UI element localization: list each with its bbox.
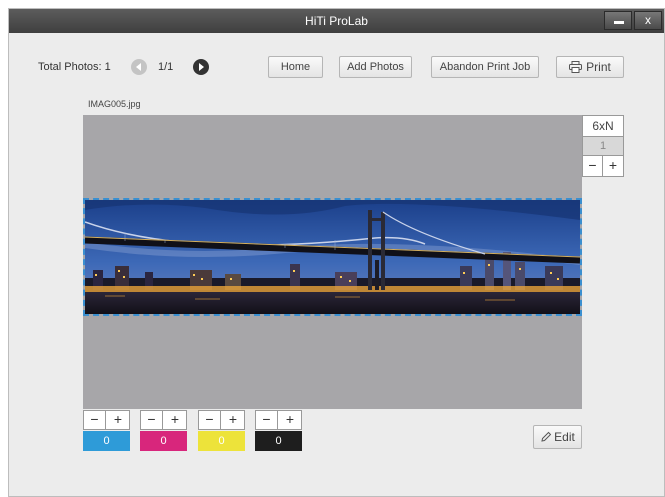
black-adjust: − + 0 <box>255 410 302 451</box>
bridge-night-panorama-image <box>85 200 580 314</box>
previous-page-button[interactable] <box>131 59 147 75</box>
photo-frame[interactable] <box>83 198 582 316</box>
chevron-left-icon <box>136 63 141 71</box>
black-value: 0 <box>255 431 302 451</box>
printer-icon <box>569 61 583 73</box>
print-preview-canvas <box>83 115 582 409</box>
pencil-icon <box>541 431 552 442</box>
print-button[interactable]: Print <box>556 56 624 78</box>
copies-count: 1 <box>583 137 623 156</box>
next-page-button[interactable] <box>193 59 209 75</box>
magenta-increase-button[interactable]: + <box>164 411 186 429</box>
cyan-increase-button[interactable]: + <box>107 411 129 429</box>
magenta-value: 0 <box>140 431 187 451</box>
black-decrease-button[interactable]: − <box>256 411 278 429</box>
yellow-value: 0 <box>198 431 245 451</box>
magenta-decrease-button[interactable]: − <box>141 411 163 429</box>
yellow-increase-button[interactable]: + <box>222 411 244 429</box>
abandon-print-job-button[interactable]: Abandon Print Job <box>431 56 539 78</box>
cyan-decrease-button[interactable]: − <box>84 411 106 429</box>
edit-button[interactable]: Edit <box>533 425 582 449</box>
cyan-adjust: − + 0 <box>83 410 130 451</box>
chevron-right-icon <box>199 63 204 71</box>
home-button[interactable]: Home <box>268 56 323 78</box>
photo-filename: IMAG005.jpg <box>88 99 141 109</box>
minimize-icon <box>614 21 624 24</box>
cyan-value: 0 <box>83 431 130 451</box>
copies-decrease-button[interactable]: − <box>583 156 603 176</box>
print-size-label: 6xN <box>583 116 623 137</box>
add-photos-button[interactable]: Add Photos <box>339 56 412 78</box>
hiti-prolab-window: HiTi ProLab x Total Photos: 1 1/1 Home A… <box>8 8 665 497</box>
total-photos-label: Total Photos: 1 <box>38 61 111 73</box>
print-label: Print <box>586 60 611 74</box>
yellow-adjust: − + 0 <box>198 410 245 451</box>
black-increase-button[interactable]: + <box>279 411 301 429</box>
yellow-decrease-button[interactable]: − <box>199 411 221 429</box>
title-bar: HiTi ProLab x <box>9 9 664 33</box>
edit-label: Edit <box>554 430 575 444</box>
magenta-adjust: − + 0 <box>140 410 187 451</box>
print-size-box: 6xN 1 − + <box>582 115 624 177</box>
minimize-button[interactable] <box>604 11 632 30</box>
close-button[interactable]: x <box>634 11 662 30</box>
window-title: HiTi ProLab <box>305 14 368 28</box>
copies-increase-button[interactable]: + <box>603 156 623 176</box>
page-count: 1/1 <box>158 61 174 73</box>
